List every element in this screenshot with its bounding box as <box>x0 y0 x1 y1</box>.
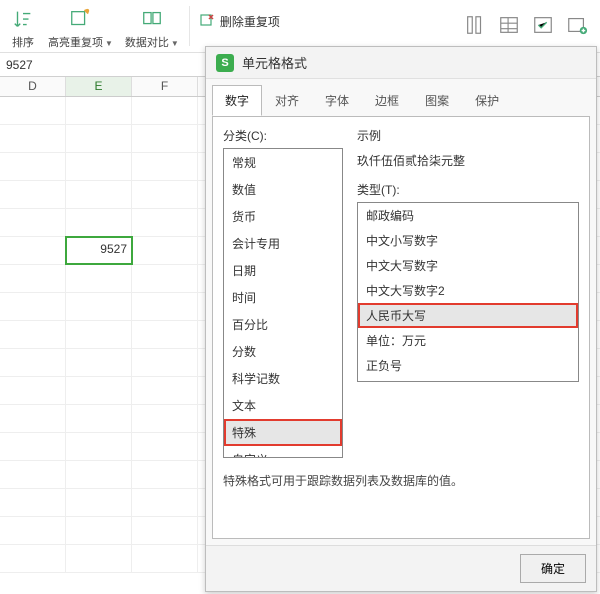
formula-value: 9527 <box>0 55 39 75</box>
dialog-body: 分类(C): 常规 数值 货币 会计专用 日期 时间 百分比 分数 科学记数 文… <box>212 116 590 539</box>
highlight-dup-label: 高亮重复项▼ <box>48 34 113 50</box>
category-item[interactable]: 常规 <box>224 149 342 176</box>
sort-label: 排序 <box>12 34 34 50</box>
type-label: 类型(T): <box>357 181 579 198</box>
data-compare-icon <box>139 6 165 32</box>
wps-logo-icon: S <box>216 54 234 72</box>
highlight-dup-icon <box>67 6 93 32</box>
dialog-tabs: 数字 对齐 字体 边框 图案 保护 <box>206 79 596 116</box>
tab-border[interactable]: 边框 <box>362 85 412 116</box>
type-item[interactable]: 正负号 <box>358 353 578 378</box>
category-item-special[interactable]: 特殊 <box>224 419 342 446</box>
category-item[interactable]: 数值 <box>224 176 342 203</box>
table-icon[interactable] <box>498 14 522 38</box>
type-item[interactable]: 中文大写数字 <box>358 253 578 278</box>
highlight-duplicates-button[interactable]: 高亮重复项▼ <box>42 6 119 50</box>
tab-number[interactable]: 数字 <box>212 85 262 116</box>
category-item[interactable]: 日期 <box>224 257 342 284</box>
type-item[interactable]: 单位：万元 <box>358 328 578 353</box>
type-list[interactable]: 邮政编码 中文小写数字 中文大写数字 中文大写数字2 人民币大写 单位：万元 正… <box>357 202 579 382</box>
category-list[interactable]: 常规 数值 货币 会计专用 日期 时间 百分比 分数 科学记数 文本 特殊 自定… <box>223 148 343 458</box>
dialog-footer: 确定 <box>206 545 596 591</box>
col-header[interactable]: E <box>66 77 132 96</box>
sort-button[interactable]: 排序 <box>4 6 42 50</box>
data-compare-label: 数据对比▼ <box>125 34 179 50</box>
validate-icon[interactable] <box>532 14 556 38</box>
hint-text: 特殊格式可用于跟踪数据列表及数据库的值。 <box>223 472 579 489</box>
category-item[interactable]: 文本 <box>224 392 342 419</box>
selected-cell[interactable]: 9527 <box>66 237 132 264</box>
ok-button[interactable]: 确定 <box>520 554 586 583</box>
column-icon[interactable] <box>464 14 488 38</box>
data-compare-button[interactable]: 数据对比▼ <box>119 6 185 50</box>
chevron-down-icon: ▼ <box>171 39 179 48</box>
right-toolbar-icons <box>464 6 596 38</box>
remove-dup-icon <box>198 12 216 30</box>
tab-align[interactable]: 对齐 <box>262 85 312 116</box>
remove-duplicates-button[interactable]: 删除重复项 <box>194 6 284 36</box>
chevron-down-icon: ▼ <box>105 39 113 48</box>
separator <box>189 6 190 46</box>
col-header[interactable]: D <box>0 77 66 96</box>
category-item[interactable]: 分数 <box>224 338 342 365</box>
sort-icon <box>10 6 36 32</box>
sample-label: 示例 <box>357 127 579 144</box>
type-item[interactable]: 中文大写数字2 <box>358 278 578 303</box>
sample-value: 玖仟伍佰贰拾柒元整 <box>357 148 579 181</box>
dialog-titlebar: S 单元格格式 <box>206 47 596 79</box>
dialog-title: 单元格格式 <box>242 53 307 72</box>
type-item[interactable]: 邮政编码 <box>358 203 578 228</box>
category-label: 分类(C): <box>223 127 343 144</box>
category-item[interactable]: 百分比 <box>224 311 342 338</box>
category-item[interactable]: 会计专用 <box>224 230 342 257</box>
cell-format-dialog: S 单元格格式 数字 对齐 字体 边框 图案 保护 分类(C): 常规 数值 货… <box>205 46 597 592</box>
col-header[interactable]: F <box>132 77 198 96</box>
tab-protect[interactable]: 保护 <box>462 85 512 116</box>
type-item-rmb[interactable]: 人民币大写 <box>358 303 578 328</box>
category-item[interactable]: 科学记数 <box>224 365 342 392</box>
type-item[interactable]: 中文小写数字 <box>358 228 578 253</box>
category-item[interactable]: 自定义 <box>224 446 342 458</box>
insert-icon[interactable] <box>566 14 590 38</box>
remove-dup-label: 删除重复项 <box>220 13 280 30</box>
category-item[interactable]: 时间 <box>224 284 342 311</box>
tab-font[interactable]: 字体 <box>312 85 362 116</box>
category-item[interactable]: 货币 <box>224 203 342 230</box>
tab-pattern[interactable]: 图案 <box>412 85 462 116</box>
